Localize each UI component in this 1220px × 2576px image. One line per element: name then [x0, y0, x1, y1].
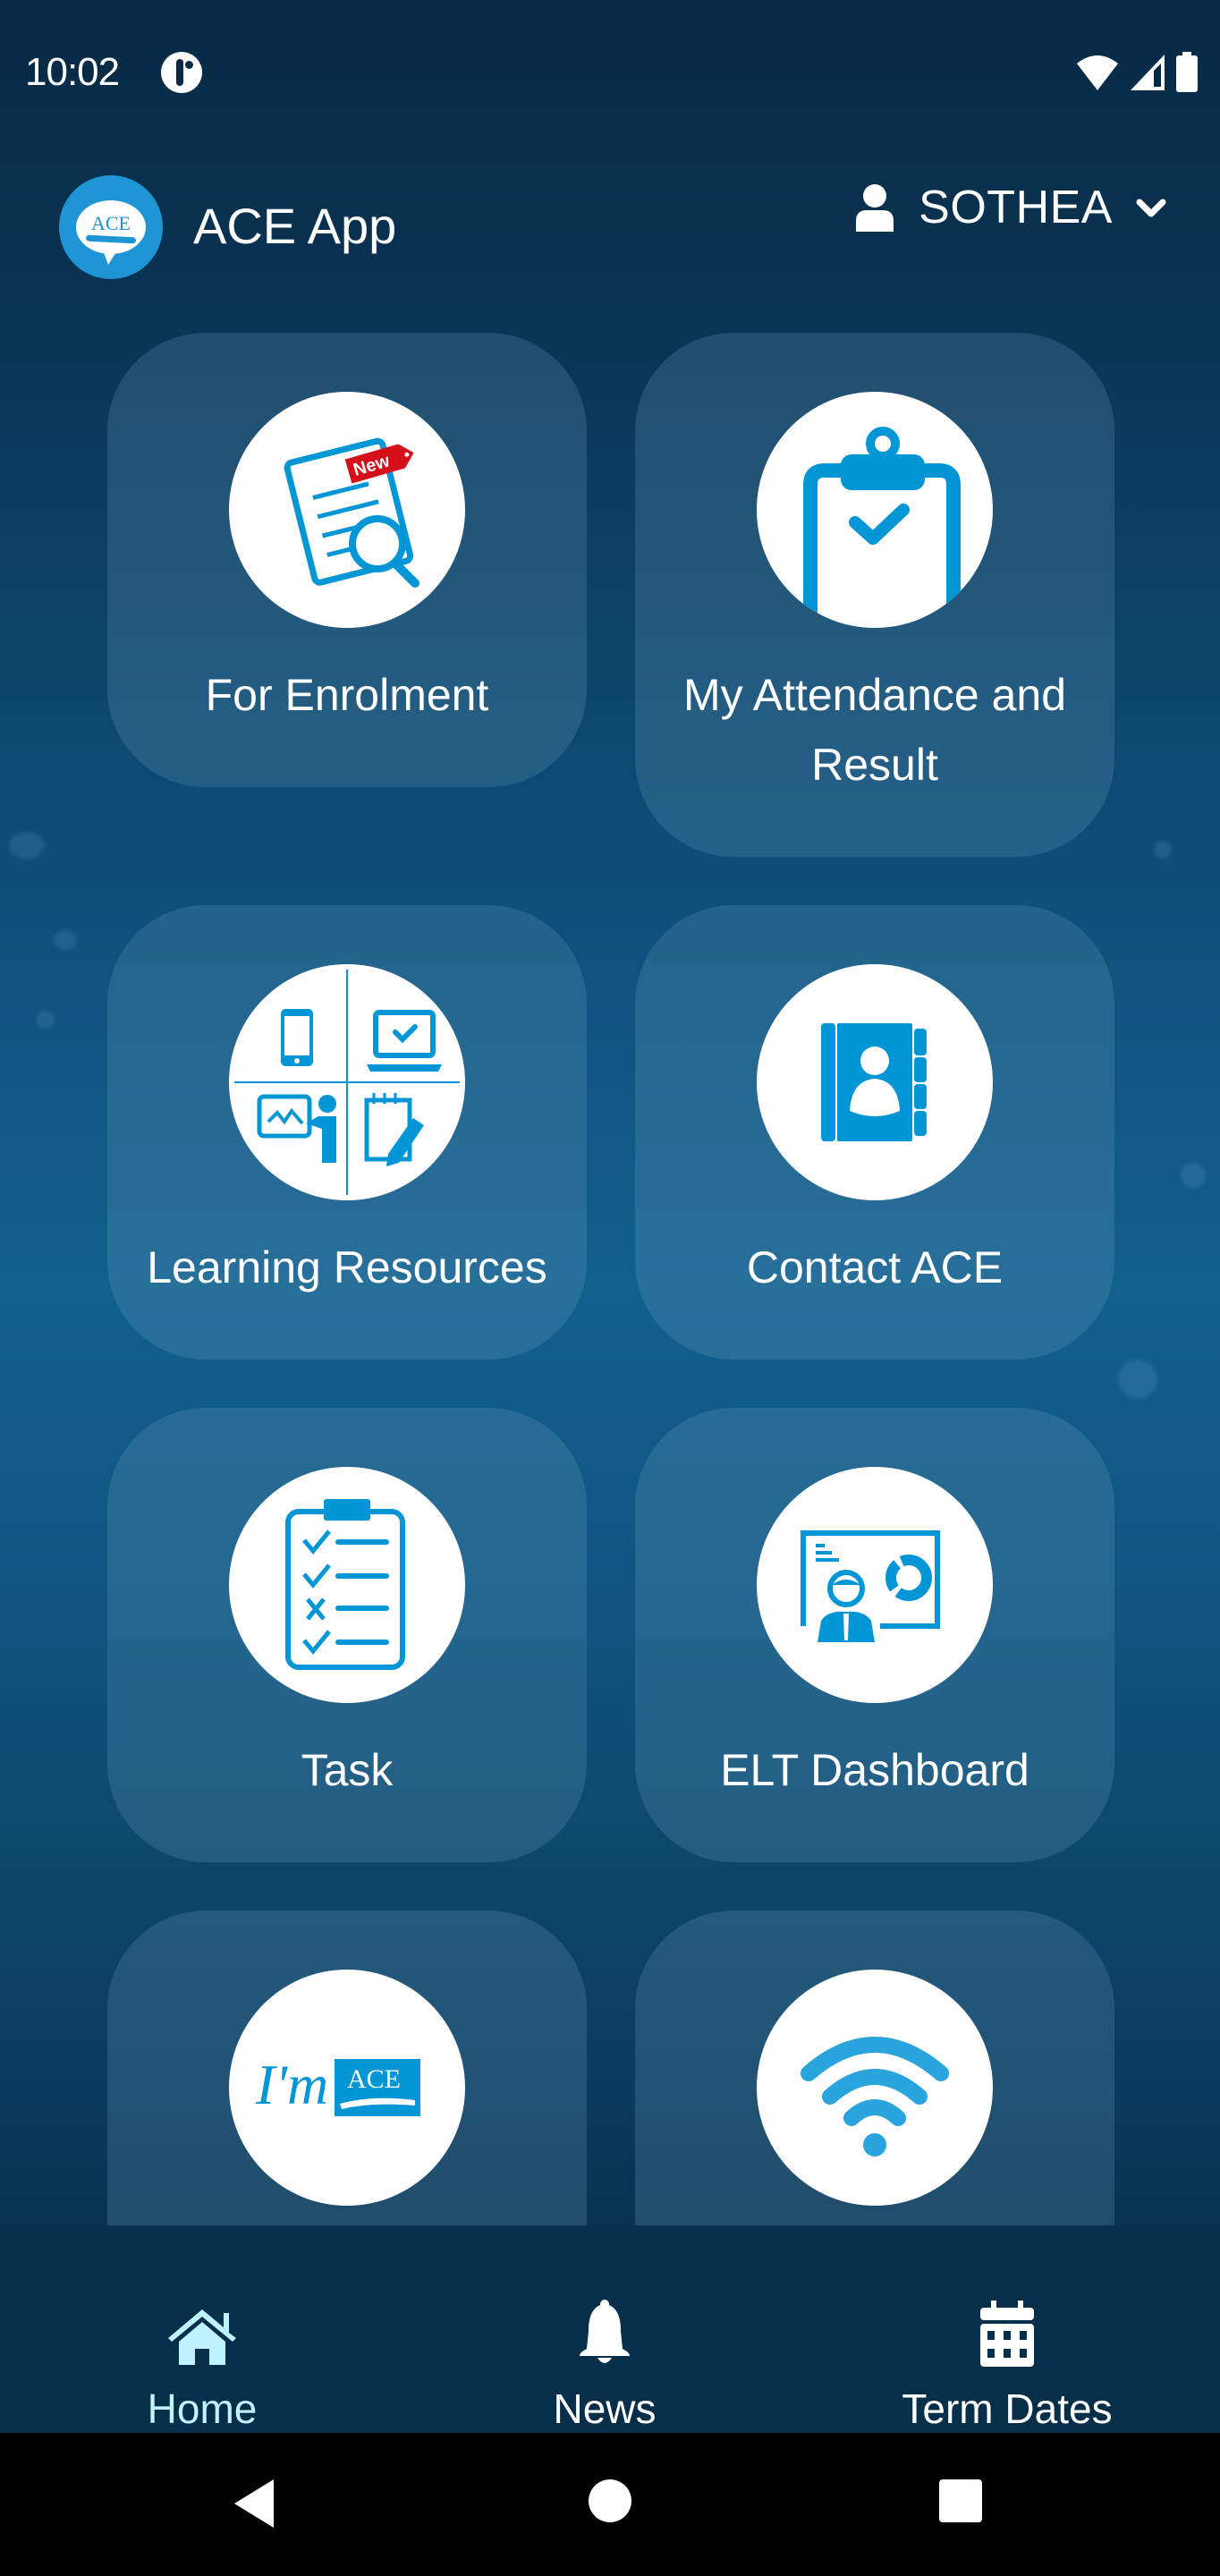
phone-icon	[281, 1009, 313, 1066]
tile-learning-resources[interactable]: Learning Resources	[107, 905, 587, 1360]
learning-resources-icon	[234, 970, 460, 1195]
tile-wifi[interactable]	[635, 1911, 1114, 2225]
nav-label: Term Dates	[902, 2385, 1113, 2432]
tile-icon-circle	[229, 964, 465, 1200]
tile-label: My Attendance and Result	[682, 670, 1067, 790]
tile-my-attendance-and-result[interactable]: My Attendance and Result	[635, 333, 1114, 857]
presenter-icon	[257, 1094, 336, 1163]
recents-icon[interactable]	[937, 2478, 984, 2524]
tile-elt-dashboard[interactable]: ELT Dashboard	[635, 1408, 1114, 1862]
document-search-icon: New	[284, 437, 419, 588]
nav-label: Home	[147, 2385, 258, 2432]
tile-for-enrolment[interactable]: New For Enrolment	[107, 333, 587, 787]
bottom-nav: Home News Term Dates	[0, 2225, 1220, 2433]
tile-label: ELT Dashboard	[720, 1745, 1029, 1795]
new-badge-text: New	[352, 451, 393, 480]
tile-icon-circle	[229, 1467, 465, 1703]
tile-icon-circle	[757, 964, 993, 1200]
tile-contact-ace[interactable]: Contact ACE	[635, 905, 1114, 1360]
tile-task[interactable]: Task	[107, 1408, 587, 1862]
im-text: I'm	[255, 2053, 328, 2116]
back-icon[interactable]	[231, 2478, 275, 2529]
tile-icon-circle	[757, 1467, 993, 1703]
contact-book-icon	[821, 1023, 927, 1141]
tile-im-ace[interactable]: I'm ACE	[107, 1911, 587, 2225]
nav-label: News	[553, 2385, 657, 2432]
notepad-pencil-icon	[364, 1093, 424, 1166]
wifi-icon	[801, 2037, 949, 2157]
system-nav-bar	[0, 2433, 1220, 2576]
im-ace-logo-icon: I'm ACE	[255, 2053, 420, 2116]
tile-label: Contact ACE	[746, 1242, 1004, 1292]
calendar-icon	[979, 2295, 1036, 2367]
laptop-icon	[367, 1010, 442, 1072]
tile-label: Task	[301, 1745, 394, 1795]
tile-label: Learning Resources	[147, 1242, 547, 1292]
tile-label: For Enrolment	[205, 670, 489, 720]
home-circle-icon[interactable]	[587, 2478, 633, 2524]
checklist-icon	[285, 1499, 405, 1670]
ace-text: ACE	[347, 2064, 401, 2094]
tile-icon-circle	[757, 1970, 993, 2206]
tile-scroll-area[interactable]: New For Enrolment My Attendance and Resu…	[0, 0, 1220, 2225]
nav-item-news[interactable]: News	[470, 2225, 739, 2433]
nav-item-term-dates[interactable]: Term Dates	[873, 2225, 1141, 2433]
tile-icon-circle: New	[229, 392, 465, 628]
tile-icon-circle	[757, 392, 993, 628]
nav-item-home[interactable]: Home	[68, 2225, 336, 2433]
bell-icon	[576, 2295, 633, 2367]
home-icon	[165, 2295, 240, 2367]
clipboard-check-icon	[803, 427, 961, 628]
tile-icon-circle: I'm ACE	[229, 1970, 465, 2206]
dashboard-presentation-icon	[801, 1530, 940, 1642]
